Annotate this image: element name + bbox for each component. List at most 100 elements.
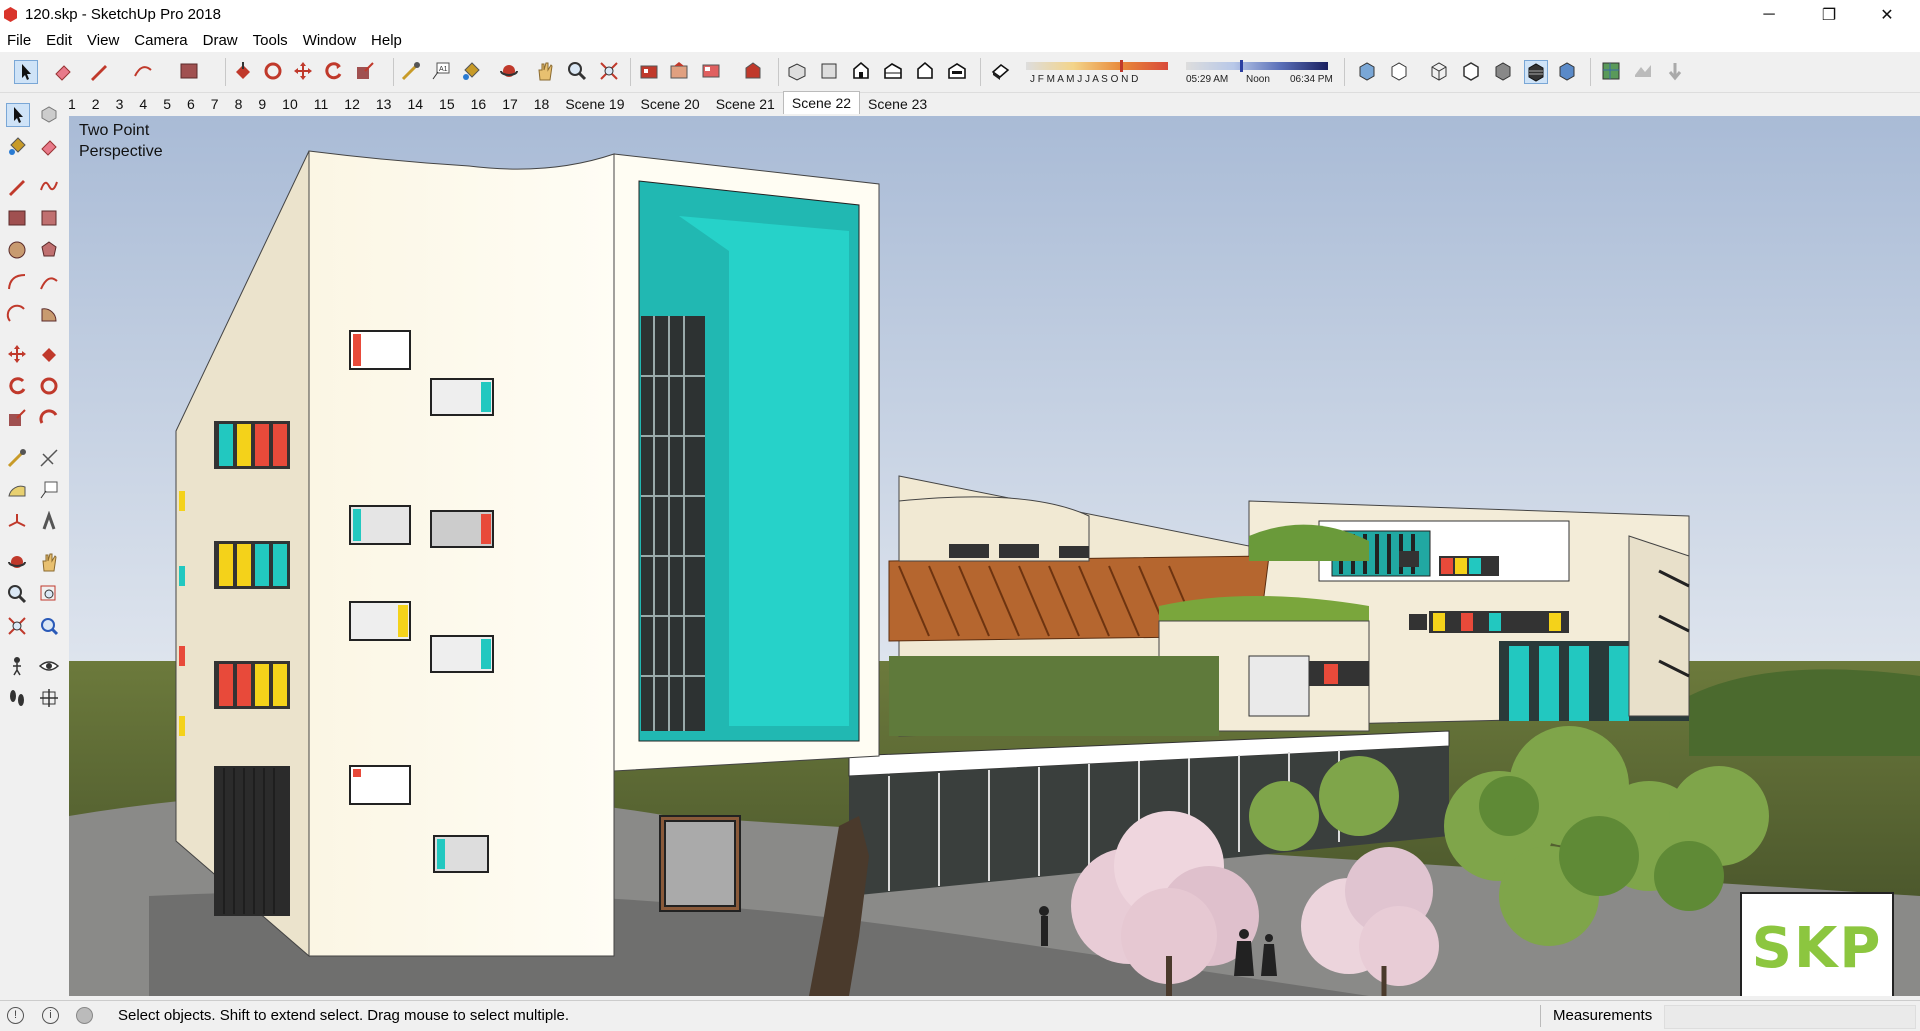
front-view-icon[interactable]	[850, 60, 872, 82]
scale-tool-icon[interactable]	[6, 407, 28, 429]
rectangle-tool-icon[interactable]	[6, 207, 28, 229]
zoom-tool-icon[interactable]	[6, 583, 28, 605]
section-plane-icon[interactable]	[38, 687, 60, 709]
menu-file[interactable]: File	[0, 30, 39, 52]
zoom-extents-icon[interactable]	[6, 615, 28, 637]
back-edges-style-icon[interactable]	[1388, 60, 1410, 82]
toggle-terrain-icon[interactable]	[1632, 60, 1654, 82]
credits-info-icon[interactable]: i	[42, 1007, 59, 1024]
hidden-line-style-icon[interactable]	[1460, 60, 1482, 82]
scene-tab-18[interactable]: 18	[526, 94, 558, 114]
move-tool-icon[interactable]	[6, 343, 28, 365]
month-slider[interactable]	[1026, 62, 1168, 70]
follow-me-tool-icon[interactable]	[262, 60, 284, 82]
paint-bucket-tool-icon[interactable]	[460, 60, 482, 82]
polygon-tool-icon[interactable]	[38, 239, 60, 261]
scene-tab-19[interactable]: Scene 19	[557, 94, 632, 114]
circle-tool-icon[interactable]	[6, 239, 28, 261]
add-location-icon[interactable]	[1600, 60, 1622, 82]
shaded-style-icon[interactable]	[1492, 60, 1514, 82]
scene-tab-10[interactable]: 10	[274, 94, 306, 114]
extension-warehouse-icon[interactable]	[700, 60, 722, 82]
three-point-arc-icon[interactable]	[6, 303, 28, 325]
scene-tab-15[interactable]: 15	[431, 94, 463, 114]
scene-tab-8[interactable]: 8	[227, 94, 251, 114]
scene-tab-5[interactable]: 5	[155, 94, 179, 114]
menu-tools[interactable]: Tools	[246, 30, 296, 52]
scene-tab-9[interactable]: 9	[250, 94, 274, 114]
tape-measure-tool-icon[interactable]	[6, 447, 28, 469]
geo-location-icon[interactable]: !	[7, 1007, 24, 1024]
scale-tool-icon[interactable]	[354, 60, 376, 82]
monochrome-style-icon[interactable]	[1556, 60, 1578, 82]
scene-tab-16[interactable]: 16	[463, 94, 495, 114]
menu-help[interactable]: Help	[364, 30, 410, 52]
freehand-tool-icon[interactable]	[38, 175, 60, 197]
position-camera-icon[interactable]	[6, 655, 28, 677]
photo-textures-icon[interactable]	[1664, 60, 1686, 82]
left-view-icon[interactable]	[946, 60, 968, 82]
paint-bucket-tool-icon[interactable]	[6, 135, 28, 157]
scene-tab-13[interactable]: 13	[368, 94, 400, 114]
zoom-window-icon[interactable]	[38, 583, 60, 605]
text-tool-icon[interactable]: A1	[430, 60, 452, 82]
minimize-button[interactable]: ─	[1746, 0, 1792, 30]
3d-text-tool-icon[interactable]	[38, 511, 60, 533]
menu-edit[interactable]: Edit	[39, 30, 80, 52]
pencil-tool-icon[interactable]	[88, 60, 110, 82]
user-account-icon[interactable]	[76, 1007, 93, 1024]
tape-measure-tool-icon[interactable]	[400, 60, 422, 82]
move-tool-icon[interactable]	[292, 60, 314, 82]
arc-tool-icon[interactable]	[132, 60, 154, 82]
pie-tool-icon[interactable]	[38, 303, 60, 325]
month-slider-handle[interactable]	[1120, 60, 1123, 72]
scene-tab-2[interactable]: 2	[84, 94, 108, 114]
rotate-tool-icon[interactable]	[6, 375, 28, 397]
scene-tab-22[interactable]: Scene 22	[782, 91, 861, 114]
top-view-icon[interactable]	[818, 60, 840, 82]
push-pull-tool-icon[interactable]	[232, 60, 254, 82]
warehouse-icon[interactable]	[638, 60, 660, 82]
rotate-tool-icon[interactable]	[322, 60, 344, 82]
scene-tab-3[interactable]: 3	[108, 94, 132, 114]
time-slider-handle[interactable]	[1240, 60, 1243, 72]
shaded-textures-style-icon[interactable]	[1524, 60, 1548, 84]
menu-draw[interactable]: Draw	[196, 30, 246, 52]
text-tool-icon[interactable]	[38, 479, 60, 501]
pan-tool-icon[interactable]	[534, 60, 556, 82]
rotated-rectangle-icon[interactable]	[38, 207, 60, 229]
scene-tab-23[interactable]: Scene 23	[860, 94, 935, 114]
protractor-tool-icon[interactable]	[6, 479, 28, 501]
axes-tool-icon[interactable]	[6, 511, 28, 533]
right-view-icon[interactable]	[882, 60, 904, 82]
menu-camera[interactable]: Camera	[127, 30, 195, 52]
model-viewport[interactable]: Two Point Perspective SKP	[69, 116, 1920, 996]
measurements-input[interactable]	[1664, 1005, 1916, 1029]
dimension-tool-icon[interactable]	[38, 447, 60, 469]
walk-footprints-icon[interactable]	[6, 687, 28, 709]
previous-view-icon[interactable]	[38, 615, 60, 637]
menu-window[interactable]: Window	[296, 30, 364, 52]
orbit-tool-icon[interactable]	[498, 60, 520, 82]
restore-button[interactable]: ❐	[1806, 0, 1852, 30]
push-pull-tool-icon[interactable]	[38, 343, 60, 365]
arc-tool-icon[interactable]	[6, 271, 28, 293]
scene-tab-17[interactable]: 17	[494, 94, 526, 114]
time-slider[interactable]	[1186, 62, 1328, 70]
extension-manager-icon[interactable]	[742, 60, 764, 82]
scene-tab-21[interactable]: Scene 21	[708, 94, 783, 114]
back-view-icon[interactable]	[914, 60, 936, 82]
select-tool-icon[interactable]	[6, 103, 30, 127]
select-tool-icon[interactable]	[14, 60, 38, 84]
eraser-tool-icon[interactable]	[38, 135, 60, 157]
line-tool-icon[interactable]	[6, 175, 28, 197]
scene-tab-20[interactable]: Scene 20	[633, 94, 708, 114]
iso-view-icon[interactable]	[786, 60, 808, 82]
offset-tool-icon[interactable]	[38, 407, 60, 429]
make-component-icon[interactable]	[38, 103, 60, 125]
orbit-tool-icon[interactable]	[6, 551, 28, 573]
scene-tab-7[interactable]: 7	[203, 94, 227, 114]
two-point-arc-icon[interactable]	[38, 271, 60, 293]
follow-me-tool-icon[interactable]	[38, 375, 60, 397]
scene-tab-11[interactable]: 11	[306, 94, 337, 114]
